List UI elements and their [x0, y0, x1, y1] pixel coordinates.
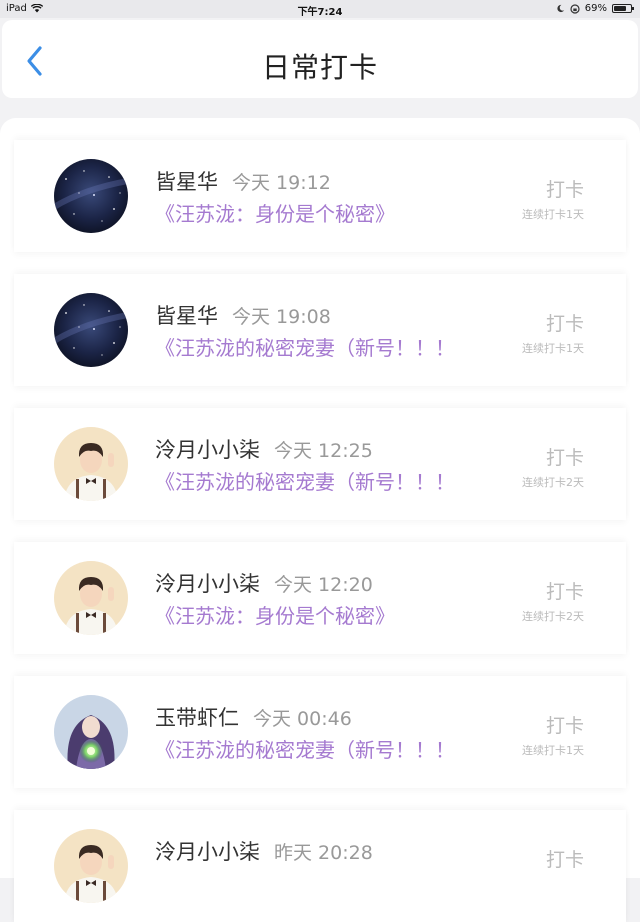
username[interactable]: 皆星华	[155, 170, 218, 194]
streak-label: 连续打卡1天	[522, 208, 584, 221]
checkin-row[interactable]: 泠月小小柒 昨天 20:28 打卡	[14, 810, 626, 922]
timestamp: 今天 19:12	[232, 172, 331, 194]
avatar[interactable]	[54, 561, 128, 635]
avatar[interactable]	[54, 159, 128, 233]
timestamp: 今天 12:25	[274, 440, 373, 462]
checkin-button[interactable]: 打卡	[546, 711, 584, 738]
username[interactable]: 泠月小小柒	[155, 438, 260, 462]
avatar[interactable]	[54, 695, 128, 769]
timestamp: 今天 12:20	[274, 574, 373, 596]
avatar[interactable]	[54, 293, 128, 367]
checkin-button[interactable]: 打卡	[546, 443, 584, 470]
checkin-button[interactable]: 打卡	[546, 577, 584, 604]
timestamp: 今天 00:46	[253, 708, 352, 730]
timestamp: 今天 19:08	[232, 306, 331, 328]
checkin-button[interactable]: 打卡	[546, 175, 584, 202]
streak-label: 连续打卡2天	[522, 610, 584, 623]
rotation-lock-icon	[570, 3, 580, 14]
streak-label: 连续打卡2天	[522, 476, 584, 489]
checkin-row[interactable]: 皆星华 今天 19:12 《汪苏泷：身份是个秘密》 打卡 连续打卡1天	[14, 140, 626, 252]
checkin-row[interactable]: 泠月小小柒 今天 12:20 《汪苏泷：身份是个秘密》 打卡 连续打卡2天	[14, 542, 626, 654]
avatar[interactable]	[54, 427, 128, 501]
book-title[interactable]: 《汪苏泷的秘密宠妻（新号！！！	[155, 332, 517, 361]
battery-icon	[612, 4, 634, 13]
status-bar: iPad 下午7:24 69%	[0, 0, 640, 18]
user-line: 皆星华 今天 19:08	[155, 300, 331, 330]
checkin-row[interactable]: 玉带虾仁 今天 00:46 《汪苏泷的秘密宠妻（新号！！！ 打卡 连续打卡1天	[14, 676, 626, 788]
user-line: 泠月小小柒 今天 12:20	[155, 568, 373, 598]
moon-icon	[557, 4, 564, 13]
book-title[interactable]: 《汪苏泷：身份是个秘密》	[155, 198, 517, 227]
username[interactable]: 皆星华	[155, 304, 218, 328]
book-title[interactable]: 《汪苏泷的秘密宠妻（新号！！！	[155, 466, 517, 495]
streak-label: 连续打卡1天	[522, 744, 584, 757]
battery-percent: 69%	[584, 3, 607, 14]
username[interactable]: 泠月小小柒	[155, 572, 260, 596]
page-title: 日常打卡	[261, 51, 378, 84]
user-line: 泠月小小柒 昨天 20:28	[155, 836, 373, 866]
book-title[interactable]: 《汪苏泷：身份是个秘密》	[155, 600, 517, 629]
streak-label: 连续打卡1天	[522, 342, 584, 355]
user-line: 泠月小小柒 今天 12:25	[155, 434, 373, 464]
user-line: 玉带虾仁 今天 00:46	[155, 702, 352, 732]
checkin-row[interactable]: 泠月小小柒 今天 12:25 《汪苏泷的秘密宠妻（新号！！！ 打卡 连续打卡2天	[14, 408, 626, 520]
avatar[interactable]	[54, 829, 128, 903]
username[interactable]: 玉带虾仁	[155, 706, 239, 730]
nav-bar: 日常打卡	[2, 20, 638, 98]
username[interactable]: 泠月小小柒	[155, 840, 260, 864]
user-line: 皆星华 今天 19:12	[155, 166, 331, 196]
timestamp: 昨天 20:28	[274, 842, 373, 864]
checkin-button[interactable]: 打卡	[546, 845, 584, 872]
checkin-list: 皆星华 今天 19:12 《汪苏泷：身份是个秘密》 打卡 连续打卡1天 皆星华 今天 19:…	[0, 118, 640, 922]
status-time: 下午7:24	[297, 7, 343, 18]
book-title[interactable]: 《汪苏泷的秘密宠妻（新号！！！	[155, 734, 517, 763]
checkin-button[interactable]: 打卡	[546, 309, 584, 336]
checkin-row[interactable]: 皆星华 今天 19:08 《汪苏泷的秘密宠妻（新号！！！ 打卡 连续打卡1天	[14, 274, 626, 386]
